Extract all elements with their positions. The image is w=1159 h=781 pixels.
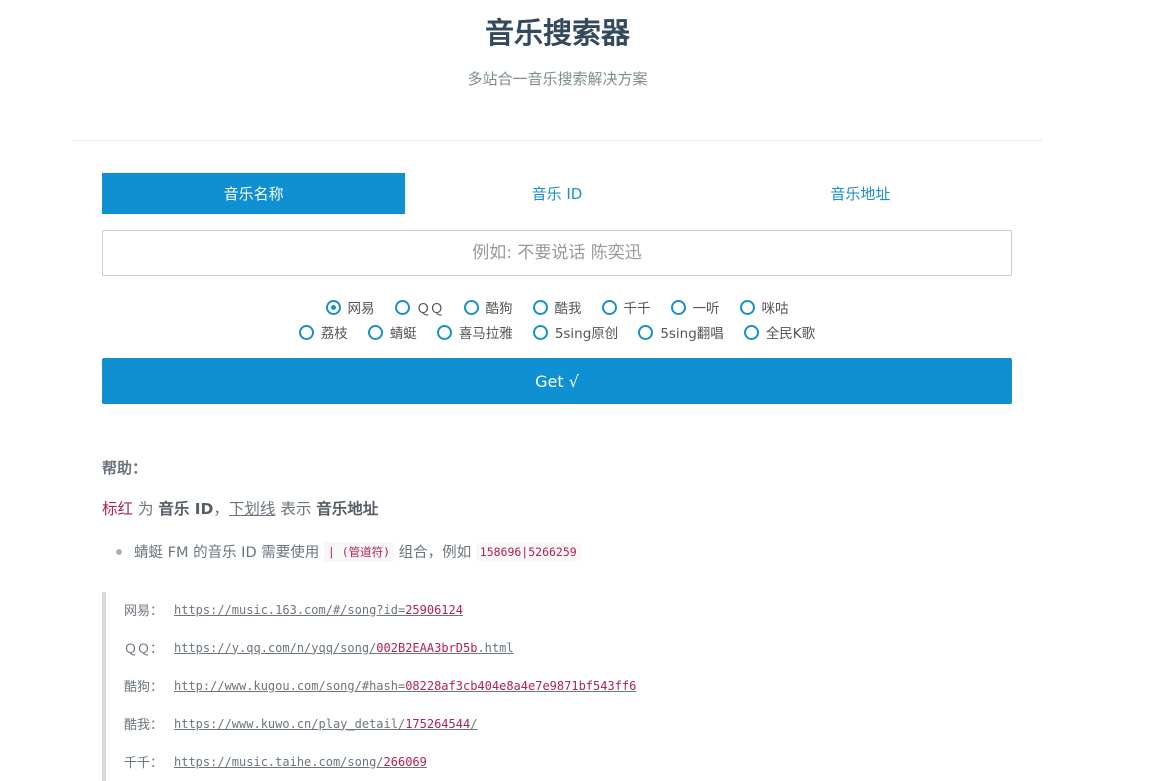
tab-music-name[interactable]: 音乐名称 — [102, 173, 406, 214]
radio-label: 蜻蜓 — [389, 326, 417, 342]
note-middle: 组合，例如 — [394, 545, 476, 561]
source-radio-qianqian[interactable]: 千千 — [601, 297, 651, 317]
radio-label: 5sing原创 — [554, 326, 619, 342]
help-note: 蜻蜓 FM 的音乐 ID 需要使用 | (管道符) 组合，例如 158696|5… — [116, 541, 581, 562]
radio-checked-icon — [325, 299, 341, 315]
source-radio-migu[interactable]: 咪咕 — [739, 297, 789, 317]
note-prefix: 蜻蜓 FM 的音乐 ID 需要使用 — [134, 545, 324, 561]
url-prefix: https://www.kuwo.cn/play_detail/ — [174, 716, 406, 731]
example-row-kuwo: 酷我： https://www.kuwo.cn/play_detail/1752… — [124, 714, 477, 734]
url-prefix: https://music.163.com/#/song?id= — [174, 602, 406, 617]
url-suffix: / — [470, 716, 478, 731]
pipe-code: | (管道符) — [323, 541, 395, 562]
source-radio-ximalaya[interactable]: 喜马拉雅 — [436, 322, 513, 342]
page-title: 音乐搜索器 — [484, 16, 630, 50]
source-radio-row-1: 网易 ＱＱ 酷狗 酷我 千千 一听 咪咕 — [102, 297, 1012, 317]
tab-music-id[interactable]: 音乐 ID — [405, 173, 708, 214]
radio-label: 咪咕 — [761, 301, 789, 317]
example-url-link[interactable]: http://www.kugou.com/song/#hash=08228af3… — [174, 679, 636, 693]
legend-is: 为 — [133, 500, 159, 518]
source-radio-kuwo[interactable]: 酷我 — [532, 297, 582, 317]
radio-icon — [367, 324, 383, 340]
help-legend: 标红 为 音乐 ID，下划线 表示 音乐地址 — [102, 497, 378, 519]
radio-label: 酷狗 — [485, 301, 513, 317]
example-label: 酷我： — [124, 718, 164, 733]
source-radio-yiting[interactable]: 一听 — [670, 297, 720, 317]
bullet-icon — [116, 548, 122, 555]
source-radio-row-2: 荔枝 蜻蜓 喜马拉雅 5sing原创 5sing翻唱 全民K歌 — [102, 322, 1012, 342]
example-row-netease: 网易： https://music.163.com/#/song?id=2590… — [124, 600, 463, 620]
url-prefix: https://y.qq.com/n/yqq/song/ — [174, 640, 377, 655]
radio-icon — [532, 299, 548, 315]
url-id: 25906124 — [405, 602, 463, 617]
radio-icon — [638, 324, 654, 340]
example-label: 酷狗： — [124, 680, 164, 695]
radio-icon — [394, 299, 410, 315]
page-subtitle: 多站合一音乐搜索解决方案 — [467, 70, 648, 88]
help-title: 帮助： — [102, 459, 148, 477]
example-url-link[interactable]: https://www.kuwo.cn/play_detail/17526454… — [174, 717, 477, 731]
radio-label: 千千 — [623, 301, 651, 317]
radio-icon — [743, 324, 759, 340]
search-mode-tabs: 音乐名称 音乐 ID 音乐地址 — [102, 173, 1012, 214]
legend-underline-text: 下划线 — [228, 500, 276, 518]
example-code: 158696|5266259 — [475, 542, 581, 561]
tab-music-url[interactable]: 音乐地址 — [709, 173, 1012, 214]
get-button[interactable]: Get √ — [102, 358, 1012, 404]
example-url-link[interactable]: https://y.qq.com/n/yqq/song/002B2EAA3brD… — [174, 641, 514, 655]
url-id: 266069 — [383, 754, 427, 769]
radio-label: 酷我 — [554, 301, 582, 317]
radio-icon — [739, 299, 755, 315]
legend-music-url: 音乐地址 — [316, 500, 379, 518]
source-radio-qingting[interactable]: 蜻蜓 — [367, 322, 417, 342]
radio-label: ＱＱ — [416, 301, 444, 317]
example-label: 千千： — [124, 756, 164, 771]
url-suffix: .html — [477, 640, 514, 655]
source-radio-kugou[interactable]: 酷狗 — [463, 297, 513, 317]
legend-music-id: 音乐 ID — [158, 500, 214, 518]
radio-icon — [670, 299, 686, 315]
search-input[interactable] — [103, 230, 1011, 276]
radio-icon — [298, 324, 314, 340]
radio-icon — [463, 299, 479, 315]
example-url-link[interactable]: https://music.163.com/#/song?id=25906124 — [174, 603, 463, 617]
source-radio-5sing-cover[interactable]: 5sing翻唱 — [638, 322, 724, 342]
example-row-qq: ＱＱ： https://y.qq.com/n/yqq/song/002B2EAA… — [124, 638, 514, 658]
example-row-kugou: 酷狗： http://www.kugou.com/song/#hash=0822… — [124, 676, 636, 696]
example-url-link[interactable]: https://music.taihe.com/song/266069 — [174, 755, 427, 769]
search-box — [102, 230, 1012, 276]
radio-label: 一听 — [692, 301, 720, 317]
url-id: 175264544 — [405, 716, 471, 731]
url-prefix: https://music.taihe.com/song/ — [174, 754, 384, 769]
example-label: 网易： — [124, 604, 164, 619]
legend-means: 表示 — [275, 500, 317, 518]
source-radio-quanmin-kge[interactable]: 全民K歌 — [743, 322, 816, 342]
source-radio-netease[interactable]: 网易 — [325, 297, 375, 317]
source-radio-lizhi[interactable]: 荔枝 — [298, 322, 348, 342]
legend-comma: ， — [213, 500, 229, 518]
radio-icon — [436, 324, 452, 340]
legend-red-text: 标红 — [102, 500, 134, 518]
radio-label: 网易 — [347, 301, 375, 317]
header-divider — [72, 140, 1042, 141]
radio-icon — [532, 324, 548, 340]
radio-label: 荔枝 — [320, 326, 348, 342]
radio-icon — [601, 299, 617, 315]
radio-label: 5sing翻唱 — [660, 326, 724, 342]
url-id: 002B2EAA3brD5b — [376, 640, 478, 655]
example-label: ＱＱ： — [124, 642, 164, 657]
url-id: 08228af3cb404e8a4e7e9871bf543ff6 — [405, 678, 637, 693]
example-urls-blockquote: 网易： https://music.163.com/#/song?id=2590… — [102, 592, 706, 781]
example-row-qianqian: 千千： https://music.taihe.com/song/266069 — [124, 752, 427, 772]
url-prefix: http://www.kugou.com/song/#hash= — [174, 678, 406, 693]
source-radio-qq[interactable]: ＱＱ — [394, 297, 444, 317]
radio-label: 喜马拉雅 — [458, 326, 513, 342]
source-radio-5sing-original[interactable]: 5sing原创 — [532, 322, 619, 342]
radio-label: 全民K歌 — [765, 326, 816, 342]
